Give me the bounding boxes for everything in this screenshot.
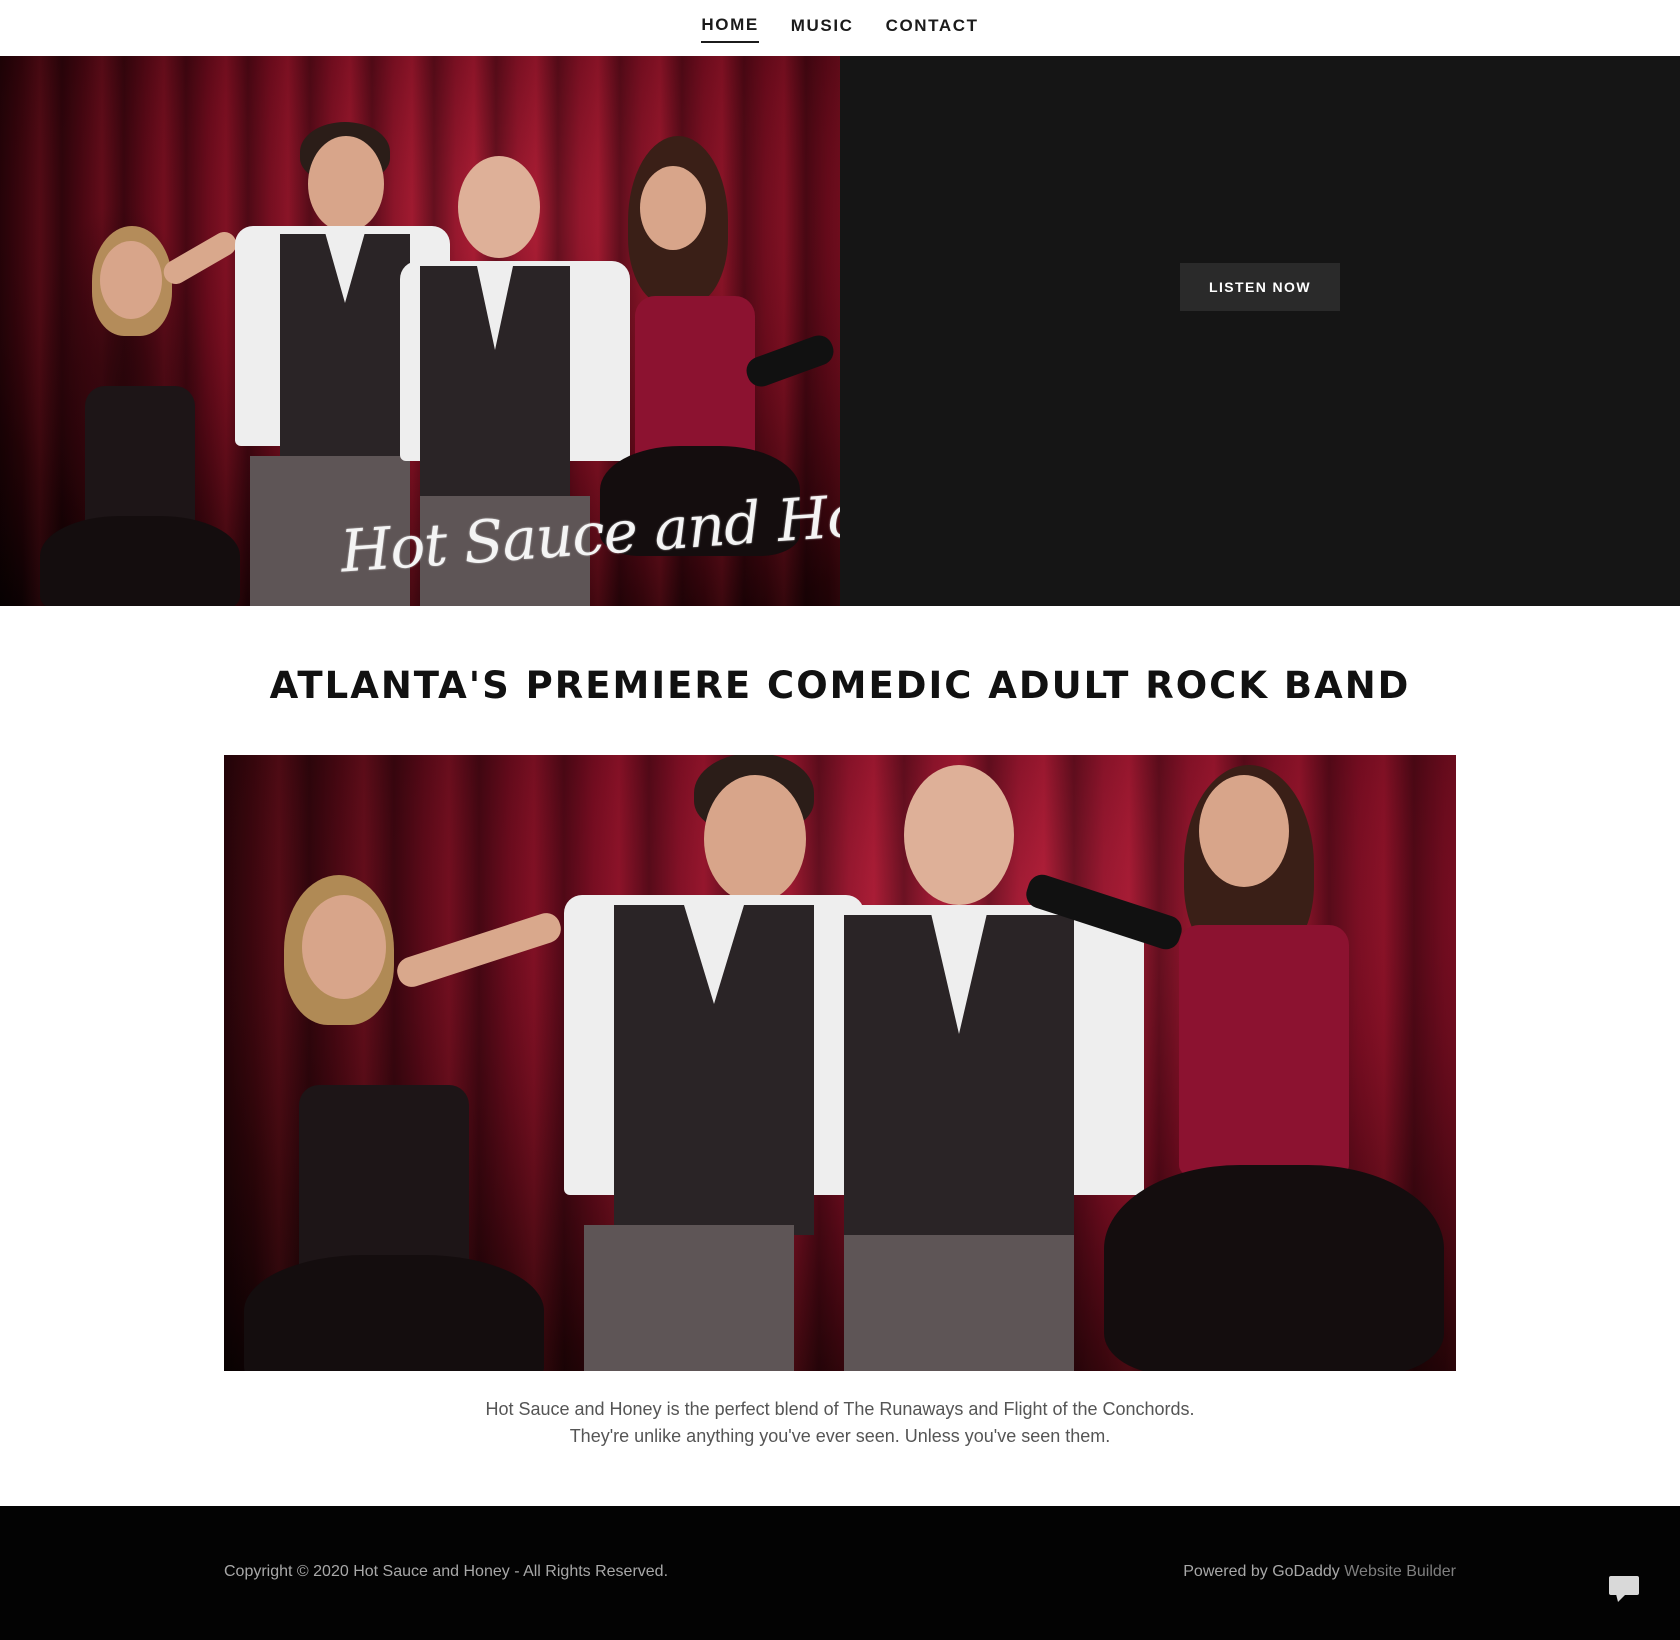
description-line-2: They're unlike anything you've ever seen…	[569, 1426, 1111, 1446]
band-group-photo	[224, 755, 1456, 1371]
powered-by-text: Powered by GoDaddy Website Builder	[1183, 1563, 1456, 1581]
page-headline: ATLANTA'S PREMIERE COMEDIC ADULT ROCK BA…	[269, 664, 1411, 707]
website-builder-link[interactable]: Website Builder	[1344, 1563, 1456, 1580]
hero-dark-panel	[840, 56, 1680, 606]
hero-band-photo: Hot Sauce and Honey	[0, 56, 840, 606]
nav-contact-link[interactable]: CONTACT	[886, 16, 979, 42]
copyright-text: Copyright © 2020 Hot Sauce and Honey - A…	[224, 1563, 669, 1580]
description-line-1: Hot Sauce and Honey is the perfect blend…	[485, 1399, 1195, 1419]
nav-home-link[interactable]: HOME	[701, 15, 759, 43]
top-navigation: HOME MUSIC CONTACT	[0, 0, 1680, 56]
listen-now-button[interactable]: LISTEN NOW	[1180, 263, 1340, 311]
site-footer: Copyright © 2020 Hot Sauce and Honey - A…	[0, 1506, 1680, 1640]
powered-by-prefix: Powered by GoDaddy	[1183, 1563, 1340, 1580]
chat-bubble-icon[interactable]	[1608, 1574, 1640, 1604]
nav-music-link[interactable]: MUSIC	[791, 16, 854, 42]
band-description: Hot Sauce and Honey is the perfect blend…	[0, 1396, 1680, 1450]
hero-section: Hot Sauce and Honey	[0, 56, 1680, 606]
